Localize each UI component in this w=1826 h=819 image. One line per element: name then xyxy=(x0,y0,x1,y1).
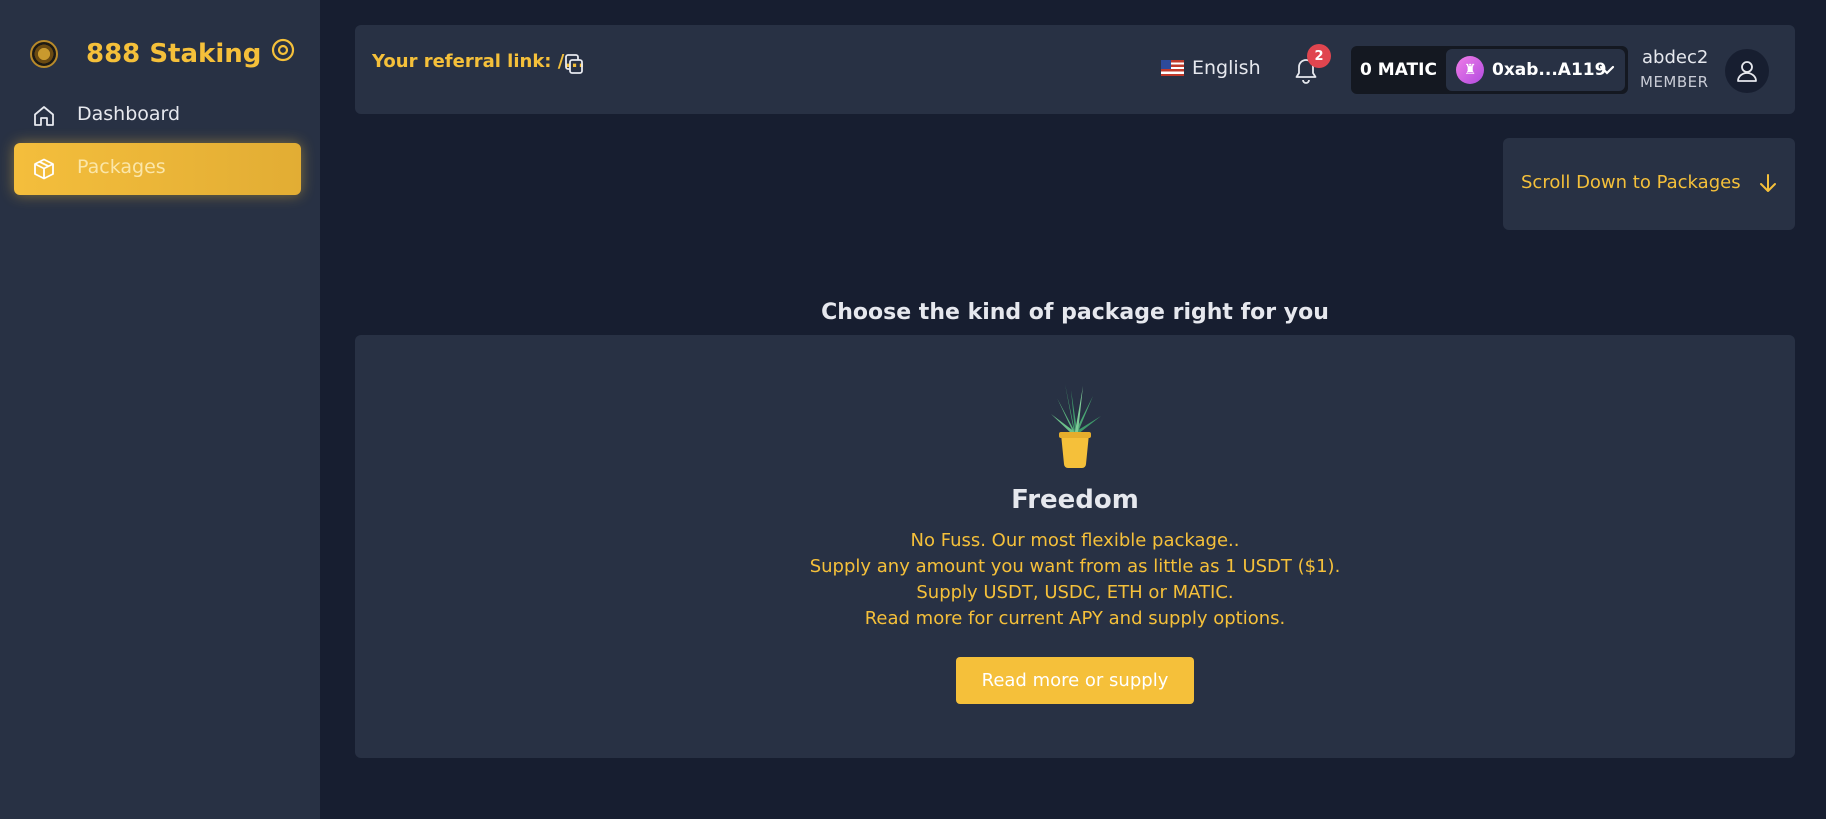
scroll-down-button[interactable]: Scroll Down to Packages xyxy=(1503,138,1795,230)
sidebar-item-label: Packages xyxy=(77,156,166,178)
brand-logo xyxy=(30,40,58,68)
scroll-down-label: Scroll Down to Packages xyxy=(1521,172,1741,193)
user-name: abdec2 xyxy=(1642,47,1709,68)
account-button[interactable]: ♜ 0xab...A119 xyxy=(1446,49,1625,91)
balance: 0 MATIC xyxy=(1360,60,1437,80)
package-description: No Fuss. Our most flexible package.. Sup… xyxy=(355,528,1795,632)
referral-link[interactable]: Your referral link: /... xyxy=(372,51,585,72)
package-description-line: Supply any amount you want from as littl… xyxy=(809,556,1341,577)
arrow-down-icon xyxy=(1760,174,1776,192)
home-icon xyxy=(34,106,54,126)
sidebar-item-packages[interactable]: Packages xyxy=(14,143,301,195)
plant-icon xyxy=(1051,384,1101,468)
chevron-down-icon xyxy=(1599,65,1615,75)
package-card: Freedom No Fuss. Our most flexible packa… xyxy=(355,335,1795,758)
sidebar: 888 Staking Dashboard Packages xyxy=(0,0,320,819)
language-label: English xyxy=(1192,57,1261,79)
user-role: MEMBER xyxy=(1640,73,1709,91)
app-root: 888 Staking Dashboard Packages Your refe… xyxy=(0,0,1826,819)
account-avatar-icon: ♜ xyxy=(1456,56,1484,84)
notification-badge: 2 xyxy=(1307,44,1331,68)
box-icon xyxy=(34,158,54,180)
copy-icon[interactable] xyxy=(562,52,586,76)
wallet-widget: 0 MATIC ♜ 0xab...A119 xyxy=(1351,46,1628,94)
brand: 888 Staking xyxy=(30,36,300,72)
read-more-button[interactable]: Read more or supply xyxy=(956,657,1194,704)
package-name: Freedom xyxy=(1011,485,1139,515)
us-flag-icon xyxy=(1161,60,1184,76)
sidebar-toggle-icon[interactable] xyxy=(270,37,296,63)
account-address: 0xab...A119 xyxy=(1492,60,1607,80)
package-description-line: Supply USDT, USDC, ETH or MATIC. xyxy=(916,582,1234,603)
sidebar-item-dashboard[interactable]: Dashboard xyxy=(14,90,301,142)
language-selector[interactable]: English xyxy=(1161,57,1261,79)
top-bar: Your referral link: /... English 2 0 MAT… xyxy=(355,25,1795,114)
user-avatar[interactable] xyxy=(1725,49,1769,93)
package-description-line: No Fuss. Our most flexible package.. xyxy=(910,530,1240,551)
sidebar-item-label: Dashboard xyxy=(77,103,181,125)
user-icon xyxy=(1737,61,1757,82)
brand-name: 888 Staking xyxy=(86,39,262,69)
package-description-line: Read more for current APY and supply opt… xyxy=(864,608,1286,629)
section-title: Choose the kind of package right for you xyxy=(821,300,1329,325)
